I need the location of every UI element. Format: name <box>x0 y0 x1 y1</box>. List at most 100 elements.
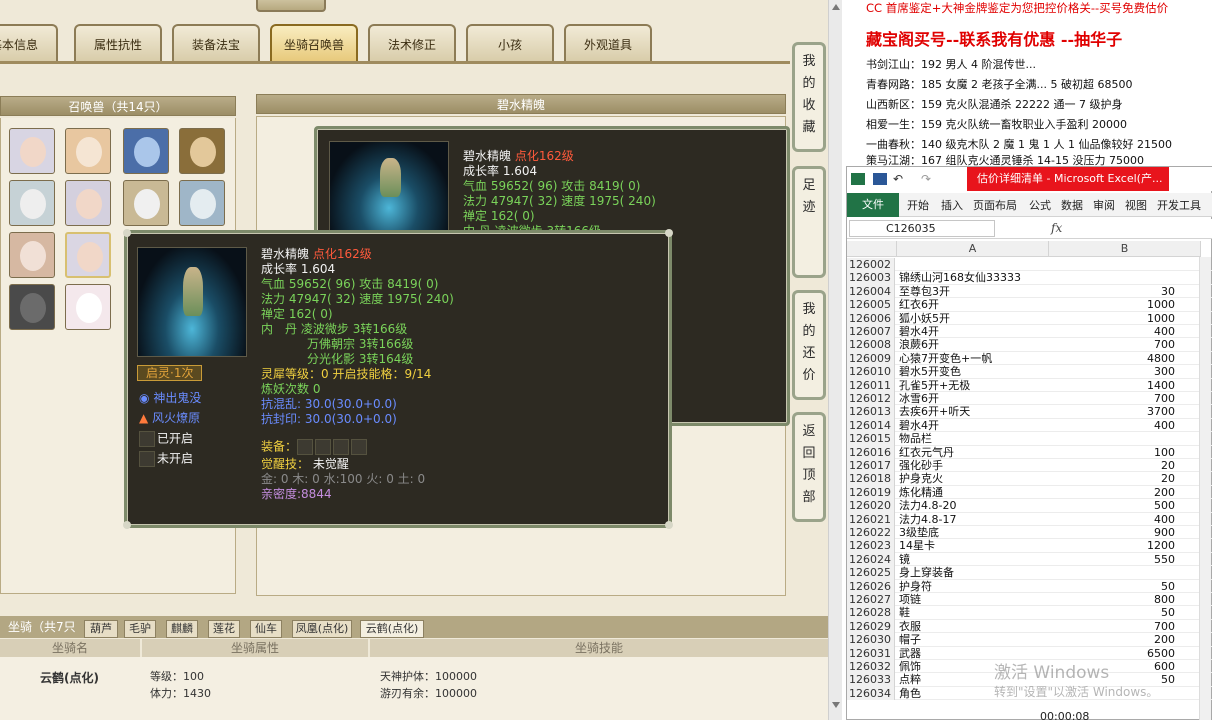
cell-b[interactable]: 500 <box>1053 499 1175 512</box>
cell-a[interactable]: 镜 <box>899 553 910 566</box>
table-row[interactable]: 126018 护身克火 20 <box>847 472 1212 486</box>
row-number[interactable]: 126027 <box>847 593 895 607</box>
cell-b[interactable]: 400 <box>1053 513 1175 526</box>
row-number[interactable]: 126024 <box>847 552 895 567</box>
table-row[interactable]: 126030 帽子 200 <box>847 633 1212 647</box>
pet-avatar[interactable] <box>9 128 55 174</box>
cell-a[interactable]: 红衣6开 <box>899 298 939 311</box>
table-row[interactable]: 126008 浪蕨6开 700 <box>847 338 1212 352</box>
row-number[interactable]: 126030 <box>847 633 895 647</box>
cell-a[interactable]: 冰雪6开 <box>899 392 939 405</box>
sheet-scrollbar[interactable] <box>1199 257 1211 720</box>
top-confirm-button[interactable] <box>256 0 326 12</box>
mount-tab[interactable]: 麒麟 <box>166 620 198 638</box>
tab-basic-info[interactable]: 基本信息 <box>0 24 58 62</box>
side-button-favorites[interactable]: 我的收藏 <box>792 42 826 152</box>
cell-b[interactable]: 1200 <box>1053 539 1175 552</box>
cell-b[interactable]: 700 <box>1053 338 1175 351</box>
pet-avatar[interactable] <box>179 128 225 174</box>
table-row[interactable]: 126006 狐小妖5开 1000 <box>847 311 1212 325</box>
table-row[interactable]: 126025 身上穿装备 <box>847 566 1212 580</box>
cell-a[interactable]: 碧水4开 <box>899 419 939 432</box>
table-row[interactable]: 126002 <box>847 258 1212 272</box>
row-number[interactable]: 126009 <box>847 351 895 366</box>
cell-b[interactable]: 300 <box>1053 365 1175 378</box>
row-number[interactable]: 126026 <box>847 579 895 593</box>
table-row[interactable]: 126022 3级垫底 900 <box>847 526 1212 540</box>
cell-a[interactable]: 法力4.8-20 <box>899 499 956 512</box>
cell-a[interactable]: 法力4.8-17 <box>899 513 956 526</box>
table-row[interactable]: 126026 护身符 50 <box>847 579 1212 593</box>
cell-b[interactable]: 30 <box>1053 285 1175 298</box>
row-number[interactable]: 126014 <box>847 418 895 433</box>
cell-b[interactable]: 550 <box>1053 553 1175 566</box>
pet-avatar[interactable] <box>9 180 55 226</box>
cell-a[interactable]: 点粹 <box>899 673 921 686</box>
row-number[interactable]: 126011 <box>847 378 895 392</box>
equip-slot[interactable] <box>351 439 368 455</box>
row-number[interactable]: 126016 <box>847 445 895 459</box>
cell-a[interactable]: 鞋 <box>899 606 910 619</box>
side-button-back-top[interactable]: 返回顶部 <box>792 412 826 522</box>
table-row[interactable]: 126015 物品栏 <box>847 432 1212 446</box>
col-header-a[interactable]: A <box>897 241 1049 257</box>
pet-avatar[interactable] <box>9 284 55 330</box>
cell-b[interactable]: 20 <box>1053 472 1175 485</box>
cell-a[interactable]: 护身符 <box>899 580 932 593</box>
row-number[interactable]: 126034 <box>847 686 895 701</box>
tab-spell-correction[interactable]: 法术修正 <box>368 24 456 62</box>
table-row[interactable]: 126014 碧水4开 400 <box>847 418 1212 433</box>
row-number[interactable]: 126022 <box>847 526 895 540</box>
ribbon-tab[interactable]: 开发工具 <box>1157 197 1201 213</box>
cell-a[interactable]: 14星卡 <box>899 539 935 552</box>
cell-a[interactable]: 孔雀5开+无极 <box>899 379 970 392</box>
ribbon-tab[interactable]: 审阅 <box>1093 197 1115 213</box>
table-row[interactable]: 126020 法力4.8-20 500 <box>847 499 1212 513</box>
row-number[interactable]: 126020 <box>847 499 895 513</box>
side-button-my-offers[interactable]: 我的还价 <box>792 290 826 400</box>
cell-a[interactable]: 碧水4开 <box>899 325 939 338</box>
cell-b[interactable]: 200 <box>1053 633 1175 646</box>
cell-b[interactable]: 50 <box>1053 606 1175 619</box>
cell-a[interactable]: 红衣元气丹 <box>899 446 954 459</box>
cell-a[interactable]: 佩饰 <box>899 660 921 673</box>
cell-b[interactable]: 50 <box>1053 580 1175 593</box>
table-row[interactable]: 126028 鞋 50 <box>847 606 1212 620</box>
pet-avatar[interactable] <box>65 284 111 330</box>
table-row[interactable]: 126017 强化砂手 20 <box>847 459 1212 473</box>
cell-b[interactable]: 700 <box>1053 392 1175 405</box>
row-number[interactable]: 126004 <box>847 284 895 299</box>
cell-b[interactable]: 3700 <box>1053 405 1175 418</box>
scroll-up-icon[interactable] <box>832 4 840 10</box>
table-row[interactable]: 126021 法力4.8-17 400 <box>847 512 1212 526</box>
mount-tab[interactable]: 莲花 <box>208 620 240 638</box>
row-number[interactable]: 126015 <box>847 432 895 446</box>
ribbon-tab[interactable]: 页面布局 <box>973 197 1017 213</box>
equip-slot[interactable] <box>333 439 350 455</box>
undo-icon[interactable]: ↶ <box>893 173 907 185</box>
table-row[interactable]: 126010 碧水5开变色 300 <box>847 365 1212 379</box>
row-number[interactable]: 126028 <box>847 606 895 620</box>
pet-avatar-selected[interactable] <box>65 232 111 278</box>
table-row[interactable]: 126023 14星卡 1200 <box>847 539 1212 553</box>
tab-equipment[interactable]: 装备法宝 <box>172 24 260 62</box>
cell-b[interactable]: 1000 <box>1053 312 1175 325</box>
cell-a[interactable]: 去疾6开+听天 <box>899 405 970 418</box>
cell-a[interactable]: 锦绣山河168女仙33333 <box>899 271 1021 284</box>
cell-a[interactable]: 3级垫底 <box>899 526 939 539</box>
cell-b[interactable]: 200 <box>1053 486 1175 499</box>
fx-icon[interactable]: fx <box>1051 221 1062 235</box>
cell-a[interactable]: 炼化精通 <box>899 486 943 499</box>
row-number[interactable]: 126032 <box>847 660 895 674</box>
cell-b[interactable]: 20 <box>1053 459 1175 472</box>
cell-a[interactable]: 身上穿装备 <box>899 566 954 579</box>
cell-b[interactable]: 400 <box>1053 419 1175 432</box>
cell-b[interactable]: 800 <box>1053 593 1175 606</box>
cell-a[interactable]: 至尊包3开 <box>899 285 950 298</box>
table-row[interactable]: 126029 衣服 700 <box>847 619 1212 634</box>
pet-avatar[interactable] <box>123 128 169 174</box>
row-number[interactable]: 126012 <box>847 392 895 406</box>
table-row[interactable]: 126016 红衣元气丹 100 <box>847 445 1212 459</box>
row-number[interactable]: 126029 <box>847 619 895 634</box>
save-icon[interactable] <box>873 173 887 185</box>
